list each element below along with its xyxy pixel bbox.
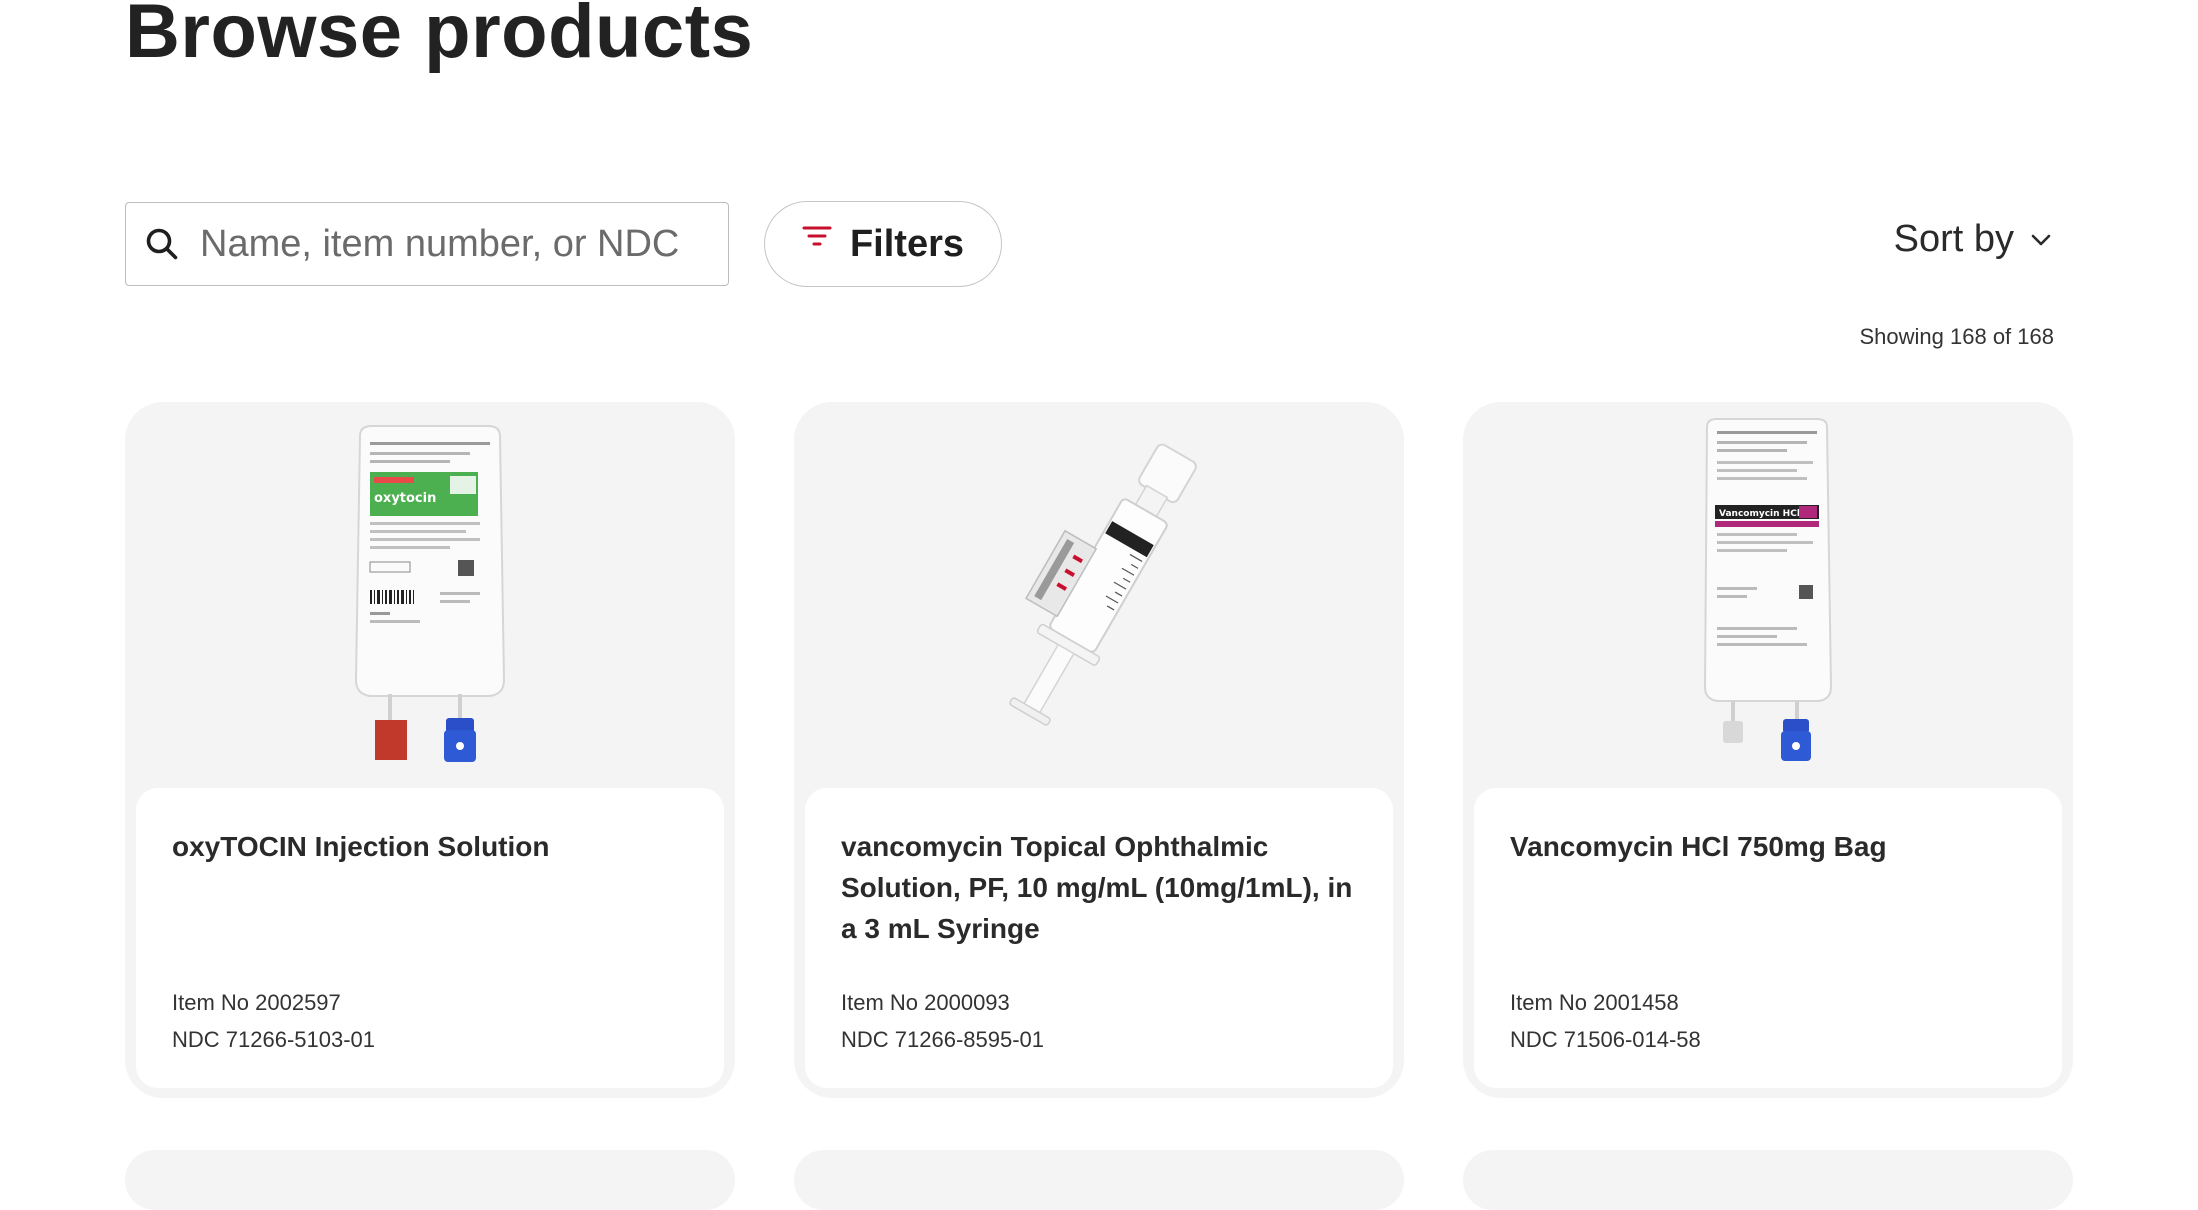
search-icon bbox=[146, 228, 178, 260]
search-input[interactable] bbox=[200, 222, 720, 266]
product-info: oxyTOCIN Injection Solution Item No 2002… bbox=[136, 788, 724, 1088]
iv-bag-icon: Vancomycin HCl bbox=[1703, 418, 1833, 761]
product-card[interactable]: Vancomycin HCl Vancomycin HCl 750mg Bag … bbox=[1463, 402, 2073, 1098]
product-info: Vancomycin HCl 750mg Bag Item No 2001458… bbox=[1474, 788, 2062, 1088]
sort-by-label: Sort by bbox=[1893, 218, 2014, 260]
filter-icon bbox=[802, 226, 832, 246]
product-info: vancomycin Topical Ophthalmic Solution, … bbox=[805, 788, 1393, 1088]
product-image: oxytocin bbox=[125, 402, 735, 782]
filters-button[interactable]: Filters bbox=[764, 201, 1002, 287]
product-image bbox=[794, 402, 1404, 782]
product-ndc: NDC 71506-014-58 bbox=[1510, 1027, 1701, 1052]
product-image: Vancomycin HCl bbox=[1463, 402, 2073, 782]
product-card-partial[interactable] bbox=[125, 1150, 735, 1210]
product-card-partial[interactable] bbox=[794, 1150, 1404, 1210]
page-title: Browse products bbox=[125, 0, 754, 74]
syringe-icon bbox=[1009, 443, 1197, 726]
sort-by-dropdown[interactable]: Sort by bbox=[1894, 218, 2052, 261]
product-name[interactable]: Vancomycin HCl 750mg Bag bbox=[1510, 826, 2026, 986]
chevron-down-icon bbox=[2031, 234, 2051, 245]
iv-bag-icon: oxytocin bbox=[354, 425, 506, 762]
product-item-number: Item No 2001458 bbox=[1510, 990, 1679, 1015]
product-card[interactable]: vancomycin Topical Ophthalmic Solution, … bbox=[794, 402, 1404, 1098]
search-box[interactable] bbox=[125, 202, 729, 286]
product-item-number: Item No 2002597 bbox=[172, 990, 341, 1015]
svg-text:oxytocin: oxytocin bbox=[374, 491, 436, 506]
product-ndc: NDC 71266-8595-01 bbox=[841, 1027, 1045, 1052]
product-ndc: NDC 71266-5103-01 bbox=[172, 1027, 376, 1052]
product-name[interactable]: oxyTOCIN Injection Solution bbox=[172, 826, 688, 986]
svg-text:Vancomycin HCl: Vancomycin HCl bbox=[1719, 509, 1800, 519]
product-name[interactable]: vancomycin Topical Ophthalmic Solution, … bbox=[841, 826, 1357, 986]
product-card[interactable]: oxytocin oxyTOCIN Injection Solution Ite… bbox=[125, 402, 735, 1098]
filters-label: Filters bbox=[849, 222, 965, 265]
product-item-number: Item No 2000093 bbox=[841, 990, 1010, 1015]
product-card-partial[interactable] bbox=[1463, 1150, 2073, 1210]
results-count: Showing 168 of 168 bbox=[1859, 324, 2055, 349]
